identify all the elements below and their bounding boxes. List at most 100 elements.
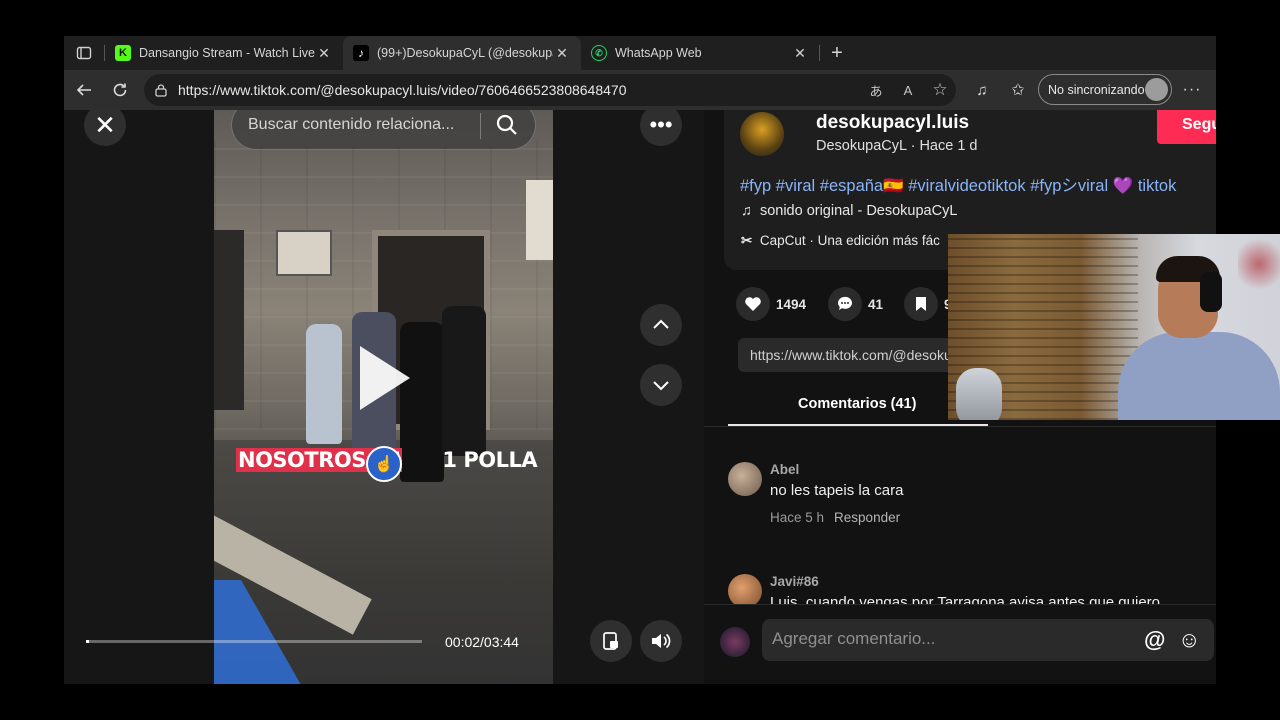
tab-active-underline xyxy=(728,424,988,426)
tab-divider xyxy=(704,426,1216,427)
tab-strip: K Dansangio Stream - Watch Live o ✕ ♪ (9… xyxy=(64,36,1216,70)
sound-link[interactable]: ♫ sonido original - DesokupaCyL xyxy=(741,203,957,219)
close-tab-icon[interactable]: ✕ xyxy=(791,45,809,62)
video-frame-sign xyxy=(526,180,553,260)
my-avatar xyxy=(720,627,750,657)
commenter-name[interactable]: Abel xyxy=(770,462,799,477)
volume-button[interactable] xyxy=(640,620,682,662)
site-info-icon[interactable] xyxy=(154,83,168,97)
back-button[interactable] xyxy=(66,72,102,108)
video-player[interactable]: NOSOTROS MI 1 POLLA ☝ xyxy=(214,110,553,684)
like-button[interactable]: 1494 xyxy=(736,286,806,322)
comment-count: 41 xyxy=(868,296,884,312)
webcam-person-body xyxy=(1118,332,1280,420)
heart-icon xyxy=(736,287,770,321)
floating-player-icon xyxy=(603,632,618,650)
reply-button[interactable]: Responder xyxy=(834,510,900,525)
url-text[interactable]: https://www.tiktok.com/@desokupacyl.luis… xyxy=(178,82,860,98)
search-divider xyxy=(480,113,481,139)
capcut-link[interactable]: ✂ CapCut · Una edición más fác xyxy=(741,233,940,249)
save-button[interactable]: 9 xyxy=(904,286,952,322)
ellipsis-icon: ••• xyxy=(649,112,673,137)
address-bar[interactable]: https://www.tiktok.com/@desokupacyl.luis… xyxy=(144,74,956,106)
tab-whatsapp[interactable]: ✆ WhatsApp Web ✕ xyxy=(581,36,819,70)
chevron-up-icon xyxy=(653,319,669,329)
previous-video-button[interactable] xyxy=(640,304,682,346)
video-progress-bar[interactable] xyxy=(86,640,422,643)
more-options-button[interactable]: ••• xyxy=(640,110,682,146)
profile-sync-button[interactable]: No sincronizando xyxy=(1038,74,1172,105)
ellipsis-icon: ··· xyxy=(1182,81,1202,98)
video-frame-person xyxy=(306,324,342,444)
back-arrow-icon xyxy=(76,84,91,96)
commenter-avatar[interactable] xyxy=(728,574,762,608)
favorites-icon: ✩ xyxy=(1011,82,1025,99)
video-frame-person xyxy=(442,306,486,456)
search-placeholder: Buscar contenido relaciona... xyxy=(248,116,455,133)
settings-more-button[interactable]: ··· xyxy=(1174,72,1210,108)
close-tab-icon[interactable]: ✕ xyxy=(553,45,571,62)
comment-text: no les tapeis la cara xyxy=(770,482,904,499)
whatsapp-icon: ✆ xyxy=(591,45,607,61)
sync-status-label: No sincronizando xyxy=(1048,82,1145,97)
reload-button[interactable] xyxy=(102,72,138,108)
kick-icon: K xyxy=(115,45,131,61)
tab-title: Dansangio Stream - Watch Live o xyxy=(139,46,315,60)
post-hashtags[interactable]: #fyp #viral #españa🇪🇸 #viralvideotiktok … xyxy=(740,172,1176,196)
close-tab-icon[interactable]: ✕ xyxy=(315,45,333,62)
comment-placeholder: Agregar comentario... xyxy=(772,629,936,648)
creator-username[interactable]: desokupacyl.luis xyxy=(816,112,969,134)
comment-composer: Agregar comentario... @ ☺ xyxy=(704,604,1216,684)
tab-actions-button[interactable] xyxy=(64,36,104,70)
emoji-icon[interactable]: ☺ xyxy=(1178,627,1200,653)
bookmark-icon xyxy=(904,287,938,321)
browser-toolbar: https://www.tiktok.com/@desokupacyl.luis… xyxy=(64,70,1216,110)
music-note-icon: ♫ xyxy=(741,203,752,219)
search-icon[interactable] xyxy=(495,113,519,137)
tab-actions-icon xyxy=(76,46,92,60)
video-frame-sign xyxy=(276,230,332,276)
comment-age: Hace 5 h xyxy=(770,510,825,525)
creator-nickname-text: DesokupaCyL xyxy=(816,138,907,154)
floating-player-button[interactable] xyxy=(590,620,632,662)
tab-title: (99+)DesokupaCyL (@desokupa xyxy=(377,46,553,60)
new-tab-button[interactable]: + xyxy=(820,42,854,65)
microphone-icon xyxy=(956,368,1002,420)
media-control-button[interactable]: ♫ xyxy=(964,72,1000,108)
close-icon: ✕ xyxy=(94,110,116,140)
comment-icon xyxy=(828,287,862,321)
sound-name: sonido original - DesokupaCyL xyxy=(759,203,958,219)
read-aloud-icon[interactable]: A xyxy=(892,74,924,106)
hand-cursor-icon: ☝ xyxy=(366,446,402,482)
commenter-name[interactable]: Javi#86 xyxy=(770,574,819,589)
mention-icon[interactable]: @ xyxy=(1144,627,1165,653)
video-frame-window xyxy=(214,230,244,410)
play-icon[interactable] xyxy=(360,346,410,410)
tab-title: WhatsApp Web xyxy=(615,46,702,60)
video-progress-fill xyxy=(86,640,90,643)
tab-kick[interactable]: K Dansangio Stream - Watch Live o ✕ xyxy=(105,36,343,70)
profile-avatar-icon xyxy=(1145,78,1168,101)
creator-avatar[interactable] xyxy=(740,112,784,156)
tiktok-icon: ♪ xyxy=(353,45,369,61)
favorite-star-icon[interactable]: ☆ xyxy=(924,74,956,106)
follow-button[interactable]: Seguir xyxy=(1157,110,1216,144)
comment-meta: Hace 5 h Responder xyxy=(770,510,900,525)
translate-icon[interactable]: あ xyxy=(860,74,892,106)
tab-tiktok[interactable]: ♪ (99+)DesokupaCyL (@desokupa ✕ xyxy=(343,36,581,70)
favorites-button[interactable]: ✩ xyxy=(1000,72,1036,108)
next-video-button[interactable] xyxy=(640,364,682,406)
music-note-icon: ♫ xyxy=(976,81,988,99)
video-stage: NOSOTROS MI 1 POLLA ☝ ✕ Buscar contenido … xyxy=(64,110,704,684)
chevron-down-icon xyxy=(653,381,669,391)
like-count: 1494 xyxy=(776,296,807,312)
capcut-text: CapCut · Una edición más fác xyxy=(759,233,940,248)
headset-icon xyxy=(1200,272,1222,312)
close-video-button[interactable]: ✕ xyxy=(84,110,126,146)
commenter-avatar[interactable] xyxy=(728,462,762,496)
comment-button[interactable]: 41 xyxy=(828,286,883,322)
search-related-input[interactable]: Buscar contenido relaciona... xyxy=(231,110,536,150)
tab-comments[interactable]: Comentarios (41) xyxy=(798,396,916,412)
capcut-icon: ✂ xyxy=(741,233,753,248)
webcam-overlay xyxy=(948,234,1280,420)
